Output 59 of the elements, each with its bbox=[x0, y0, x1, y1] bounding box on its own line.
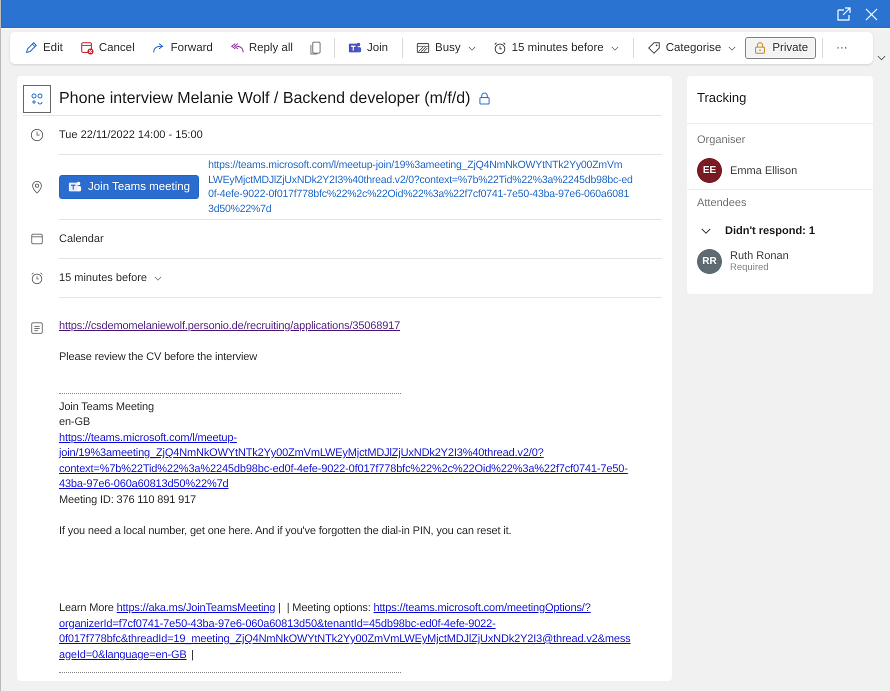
join-meeting-link[interactable]: https://teams.microsoft.com/l/meetup- join/19%3ameeting_ZjQ4NmNkOWYtNTk2Yy00ZmVmLWEyMjctMDJlZjUxNDk2Y2I3%40thread.v2/0? context=%7b%22Tid%22%3a%2245db98bc-ed0f-4efe-9022-0f017f778bfc%22%2c%22Oid%22%3a%22f7cf0741-7e50- 43ba-97e6-060a60813d50%22%7d bbox=[59, 430, 662, 492]
chevron-down-icon bbox=[610, 46, 619, 50]
meeting-link[interactable]: https://teams.microsoft.com/l/meetup-join/19%3ameeting_ZjQ4NmNkOWYtNTk2Yy00ZmVm LWEyMjctMDJlZjUxNDk2Y2I3%40thread.v2/0?context=%7b%22Tid%22%3a%2245db98bc-ed 0f-4efe-9022-0f017f778bfc%22%2c%22Oid%22%3a%22f7cf0741-7e50-43ba-97e6-060a6081 3d50%22%7d bbox=[208, 158, 633, 216]
alarm-clock-icon bbox=[30, 271, 44, 285]
calendar-cancel-icon bbox=[80, 41, 94, 55]
calendar-name: Calendar bbox=[59, 233, 104, 245]
forward-arrow-icon bbox=[152, 41, 166, 55]
close-icon[interactable] bbox=[865, 8, 878, 20]
toolbar-button[interactable]: Private bbox=[745, 37, 816, 59]
avatar: EE bbox=[697, 158, 722, 183]
toolbar-button[interactable]: Join bbox=[340, 37, 396, 59]
popout-icon[interactable] bbox=[837, 7, 851, 21]
alarm-clock-icon bbox=[492, 41, 507, 55]
clock-icon bbox=[30, 128, 44, 142]
organiser-name: Emma Ellison bbox=[730, 164, 798, 176]
reminder-dropdown[interactable]: 15 minutes before bbox=[59, 272, 162, 284]
toolbar-button[interactable]: Cancel bbox=[72, 37, 143, 59]
notes-icon bbox=[30, 321, 44, 335]
location-pin-icon bbox=[30, 180, 44, 194]
chevron-down-icon bbox=[701, 228, 711, 234]
locale-text: en-GB bbox=[59, 415, 92, 430]
toolbar-button[interactable]: Edit bbox=[16, 37, 71, 59]
avatar: RR bbox=[697, 249, 722, 274]
pencil-icon bbox=[24, 41, 38, 55]
event-time: Tue 22/11/2022 14:00 - 15:00 bbox=[59, 129, 203, 141]
dropdown-button[interactable]: 15 minutes before bbox=[484, 37, 627, 59]
chevron-down-icon[interactable] bbox=[877, 55, 886, 61]
organiser-label: Organiser bbox=[697, 134, 746, 146]
toolbar-button[interactable]: Reply all bbox=[222, 37, 301, 59]
help-text: If you need a local number, get one here. And if you've forgotten the dial-in PIN, you can reset it. bbox=[59, 524, 512, 538]
calendar-icon bbox=[30, 232, 44, 246]
app-logo-icon bbox=[348, 41, 362, 55]
calendar-busy-icon bbox=[416, 41, 430, 55]
more-button[interactable]: ··· bbox=[828, 38, 856, 58]
toolbar-button[interactable]: Forward bbox=[144, 37, 221, 59]
learn-more-link[interactable]: https://aka.ms/JoinTeamsMeeting bbox=[116, 602, 276, 614]
note-text: Please review the CV before the interview bbox=[59, 350, 258, 365]
attendees-label: Attendees bbox=[697, 197, 748, 209]
app-logo-icon bbox=[68, 180, 82, 194]
tag-icon bbox=[646, 41, 661, 55]
event-title: Phone interview Melanie Wolf / Backend developer (m/f/d) bbox=[59, 90, 470, 108]
meeting-id: Meeting ID: 376 110 891 917 bbox=[59, 492, 198, 508]
copy-icon[interactable] bbox=[310, 40, 321, 56]
reply-all-icon bbox=[230, 41, 244, 55]
join-teams-button[interactable]: Join Teams meeting bbox=[59, 175, 200, 199]
category-icon[interactable] bbox=[23, 84, 51, 112]
footer-text: Learn More https://aka.ms/JoinTeamsMeeting | | Meeting options: https://teams.microsoft.com/meetingOptions/? organizerId=f7cf0741-7e50-43ba-97e6-060a60813d50&tenantId=45db98bc-ed0f-4efe-9022- 0f017f778bfc&threadId=19_meeting_ZjQ4NmNkOWYtNTk2Yy00ZmVmLWEyMjctMDJlZjUxNDk2Y2I3@thread.v2&mess ageId=0&language=en-GB | bbox=[59, 601, 632, 662]
attendee-name: Ruth Ronan bbox=[730, 250, 789, 262]
response-group-toggle[interactable]: Didn't respond: 1 bbox=[697, 225, 820, 237]
teams-heading: Join Teams Meeting bbox=[59, 400, 155, 414]
chevron-down-icon bbox=[468, 46, 476, 50]
chevron-down-icon bbox=[154, 276, 162, 280]
lock-icon bbox=[753, 41, 768, 55]
dropdown-button[interactable]: Categorise bbox=[638, 37, 744, 59]
tracking-title: Tracking bbox=[687, 76, 873, 124]
dropdown-button[interactable]: Busy bbox=[408, 37, 484, 59]
chevron-down-icon bbox=[728, 46, 736, 50]
attendee-role: Required bbox=[730, 262, 770, 273]
application-link[interactable]: https://csdemomelaniewolf.personio.de/recruiting/applications/35068917 bbox=[59, 320, 400, 332]
